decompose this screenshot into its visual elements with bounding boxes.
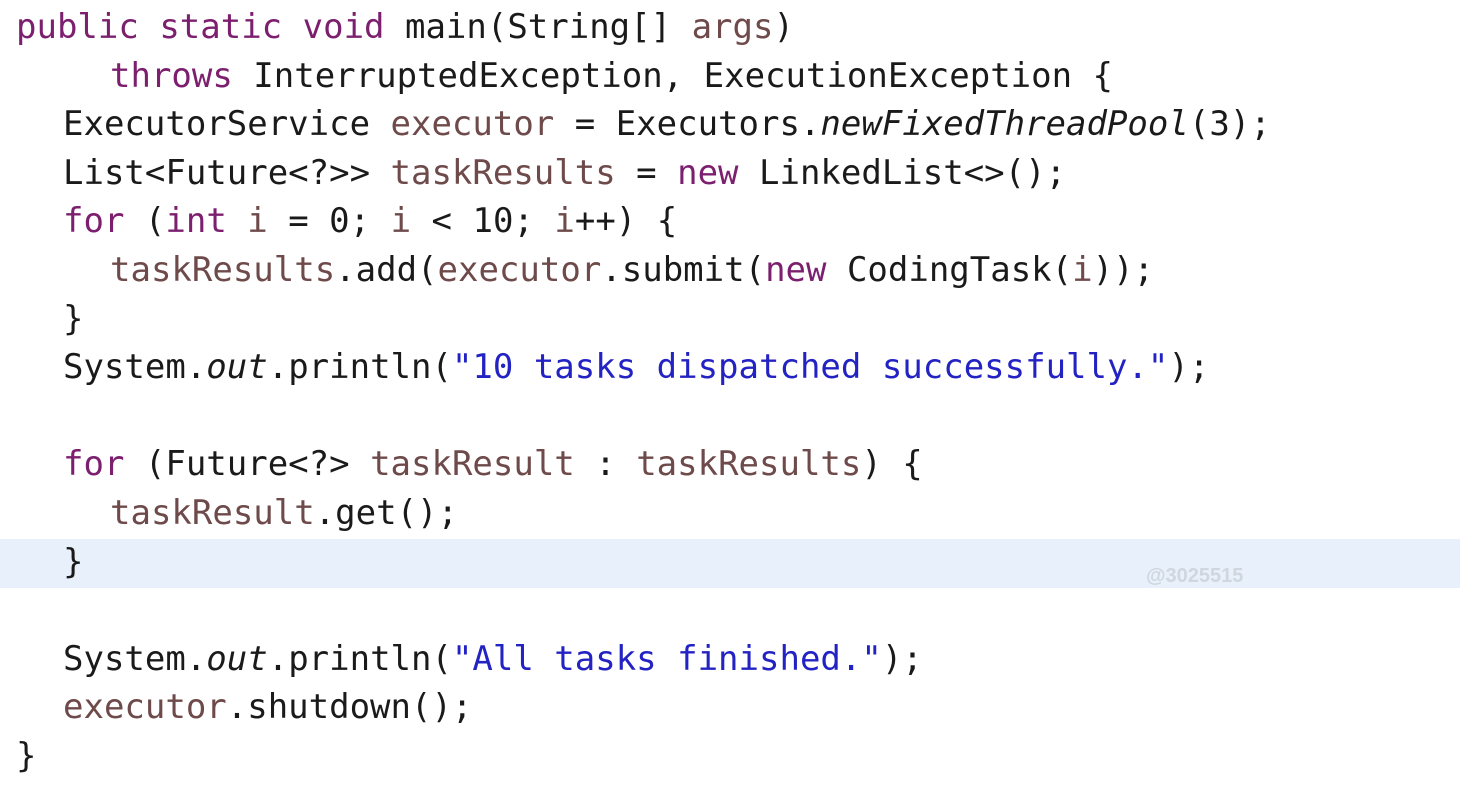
code-line-7: } bbox=[0, 295, 1460, 344]
assign-executors: = Executors. bbox=[554, 104, 821, 145]
assign-op: = bbox=[615, 152, 678, 193]
paren-close: ) bbox=[773, 7, 794, 47]
code-line-13-empty bbox=[0, 586, 1460, 635]
for-cond: < 10; bbox=[411, 201, 555, 242]
var-task-results: taskResults bbox=[636, 444, 862, 485]
var-executor: executor bbox=[63, 687, 227, 728]
var-i: i bbox=[1072, 249, 1093, 290]
brace-close: } bbox=[63, 541, 84, 582]
type-list-future: List<Future<?>> bbox=[63, 152, 391, 193]
for-init: = 0; bbox=[267, 201, 391, 242]
brace-close: } bbox=[16, 735, 37, 776]
var-i: i bbox=[554, 201, 575, 242]
for-each-close: ) { bbox=[861, 444, 923, 485]
code-line-2: throws InterruptedException, ExecutionEx… bbox=[0, 52, 1460, 101]
code-line-3: ExecutorService executor = Executors.new… bbox=[0, 100, 1460, 149]
field-out: out bbox=[206, 347, 268, 388]
keyword-new: new bbox=[677, 152, 739, 193]
code-line-9-empty bbox=[0, 392, 1460, 441]
for-each-open: (Future<?> bbox=[124, 444, 371, 485]
method-signature: main(String[] bbox=[384, 7, 692, 47]
var-task-results: taskResults bbox=[110, 249, 336, 290]
keyword-for: for bbox=[63, 444, 125, 485]
keyword-throws: throws bbox=[110, 55, 233, 96]
code-line-10: for (Future<?> taskResult : taskResults)… bbox=[0, 440, 1460, 489]
keyword-for: for bbox=[63, 201, 125, 242]
keyword-new: new bbox=[765, 249, 827, 290]
var-executor: executor bbox=[437, 249, 602, 290]
string-literal: "10 tasks dispatched successfully." bbox=[451, 347, 1169, 388]
keyword-static: static bbox=[159, 7, 283, 47]
call-get: .get(); bbox=[314, 492, 458, 533]
code-line-15: executor.shutdown(); bbox=[0, 683, 1460, 732]
field-out: out bbox=[206, 638, 268, 679]
keyword-void: void bbox=[302, 7, 385, 47]
coding-task-ctor: CodingTask( bbox=[826, 249, 1073, 290]
call-close: )); bbox=[1092, 249, 1155, 290]
code-line-11: taskResult.get(); bbox=[0, 489, 1460, 538]
call-println: .println( bbox=[267, 638, 452, 679]
call-println: .println( bbox=[267, 347, 452, 388]
var-task-result: taskResult bbox=[370, 444, 575, 485]
linked-list-ctor: LinkedList<>(); bbox=[738, 152, 1067, 193]
call-add: .add( bbox=[335, 249, 438, 290]
code-line-16: } bbox=[0, 732, 1460, 781]
method-new-fixed-thread-pool: newFixedThreadPool bbox=[820, 104, 1189, 145]
system-ref: System. bbox=[63, 638, 207, 679]
call-close: ); bbox=[1168, 347, 1210, 388]
string-literal: "All tasks finished." bbox=[451, 638, 882, 679]
var-i: i bbox=[247, 201, 268, 242]
var-i: i bbox=[390, 201, 412, 242]
param-args: args bbox=[691, 7, 774, 47]
code-area[interactable]: public static void main(String[] args) t… bbox=[0, 3, 1460, 781]
code-line-8: System.out.println("10 tasks dispatched … bbox=[0, 343, 1460, 392]
call-shutdown: .shutdown(); bbox=[226, 687, 473, 728]
code-line-1: public static void main(String[] args) bbox=[0, 3, 1460, 52]
call-submit: .submit( bbox=[601, 249, 766, 290]
for-open: ( bbox=[124, 201, 166, 242]
system-ref: System. bbox=[63, 347, 207, 388]
watermark-text: @3025515 bbox=[1146, 565, 1244, 587]
pool-args: (3); bbox=[1188, 104, 1271, 145]
var-task-result: taskResult bbox=[110, 492, 315, 533]
keyword-public: public bbox=[16, 7, 139, 47]
brace-close: } bbox=[63, 298, 84, 339]
for-each-colon: : bbox=[574, 444, 637, 485]
code-line-14: System.out.println("All tasks finished."… bbox=[0, 635, 1460, 684]
keyword-int: int bbox=[165, 201, 227, 242]
for-inc: ++) { bbox=[574, 201, 678, 242]
code-editor[interactable]: public static void main(String[] args) t… bbox=[0, 0, 1460, 786]
code-line-6: taskResults.add(executor.submit(new Codi… bbox=[0, 246, 1460, 295]
exception-list: InterruptedException, ExecutionException… bbox=[232, 55, 1114, 96]
call-close: ); bbox=[881, 638, 923, 679]
code-line-4: List<Future<?>> taskResults = new Linked… bbox=[0, 149, 1460, 198]
var-executor: executor bbox=[390, 104, 555, 145]
var-task-results: taskResults bbox=[390, 152, 616, 193]
type-executor-service: ExecutorService bbox=[63, 104, 391, 145]
code-line-5: for (int i = 0; i < 10; i++) { bbox=[0, 197, 1460, 246]
